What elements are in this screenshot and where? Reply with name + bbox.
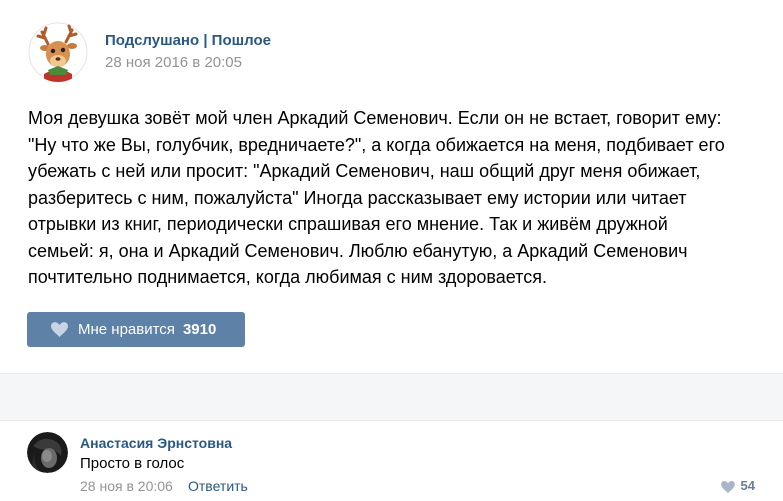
comment-author-link[interactable]: Анастасия Эрнстовна	[80, 434, 232, 452]
post-text: Моя девушка зовёт мой член Аркадий Семен…	[28, 105, 768, 291]
user-avatar-icon	[27, 432, 68, 473]
post-text-line: семьей: я, она и Аркадий Семенович. Любл…	[28, 240, 688, 261]
heart-icon	[51, 322, 68, 337]
comment-avatar[interactable]	[27, 432, 68, 473]
comment-like-count: 54	[740, 478, 755, 493]
post-date[interactable]: 28 ноя 2016 в 20:05	[105, 53, 271, 73]
divider-band	[0, 373, 783, 421]
post-text-line: разберитесь с ним, пожалуйста" Иногда ра…	[28, 187, 687, 208]
comment: Анастасия Эрнстовна Просто в голос 28 но…	[27, 432, 767, 495]
like-label: Мне нравится	[78, 321, 175, 338]
post-header: Подслушано | Пошлое 28 ноя 2016 в 20:05	[28, 22, 271, 82]
post-text-line: отрывки из книг, периодически спрашивая …	[28, 214, 668, 234]
comment-date[interactable]: 28 ноя в 20:06	[80, 477, 173, 495]
post-text-line: убежать с ней или просит: "Аркадий Семен…	[28, 161, 701, 181]
deer-avatar-icon	[28, 22, 88, 82]
post-text-line: Моя девушка зовёт мой член Аркадий Семен…	[28, 108, 722, 128]
author-block: Подслушано | Пошлое 28 ноя 2016 в 20:05	[105, 31, 271, 73]
post-text-line: "Ну что же Вы, голубчик, вредничаете?", …	[28, 134, 725, 155]
like-count: 3910	[182, 321, 217, 338]
post-text-line: почтительно поднимается, когда любимая с…	[28, 267, 547, 287]
post-author-link[interactable]: Подслушано | Пошлое	[105, 31, 271, 51]
community-avatar[interactable]	[28, 22, 88, 82]
reply-link[interactable]: Ответить	[188, 477, 248, 495]
comment-text: Просто в голос	[80, 455, 185, 472]
comment-like-button[interactable]: 54	[720, 477, 755, 495]
like-button[interactable]: Мне нравится 3910	[27, 312, 245, 347]
heart-icon	[720, 480, 735, 493]
